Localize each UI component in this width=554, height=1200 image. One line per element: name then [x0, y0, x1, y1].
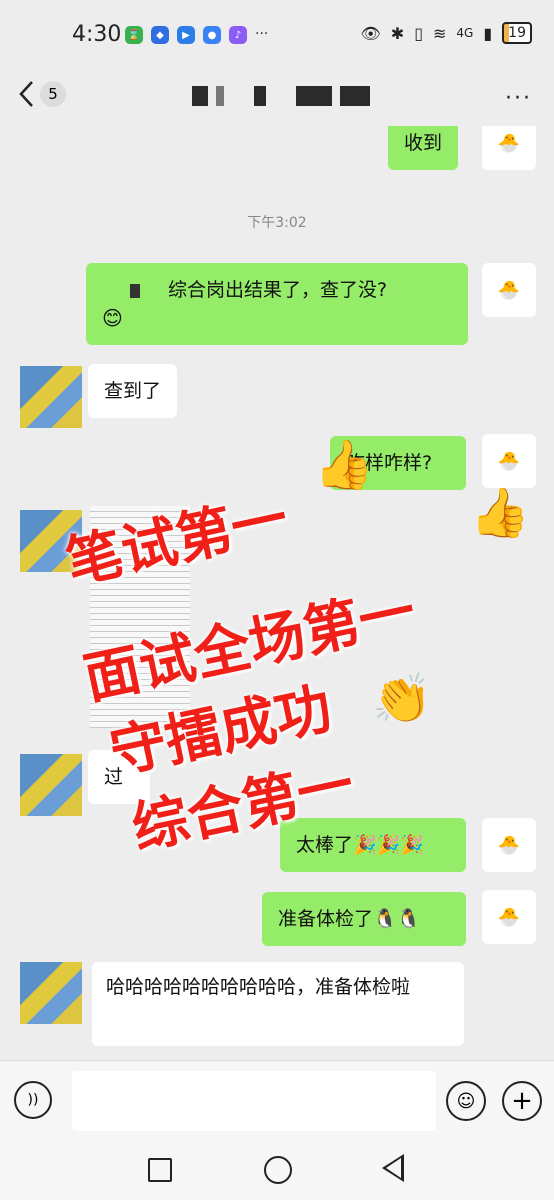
avatar-icon: 🐣: [497, 132, 521, 154]
battery-level: 19: [508, 25, 526, 41]
system-navigation-bar: [0, 1142, 554, 1200]
message-bubble-other[interactable]: 查到了: [88, 364, 178, 418]
avatar-other[interactable]: [20, 962, 82, 1024]
more-notifications-icon: ···: [255, 26, 269, 42]
thumbs-up-icon: 👍: [470, 485, 530, 541]
message-bubble-self[interactable]: 咋样咋样?: [330, 436, 466, 490]
avatar-self[interactable]: 🐣: [482, 818, 536, 872]
avatar-icon: 🐣: [497, 834, 521, 856]
avatar-icon: 🐣: [497, 450, 521, 472]
avatar-other[interactable]: [20, 510, 82, 572]
contact-name-redacted: [192, 86, 370, 106]
network-type: 4G: [456, 26, 474, 40]
avatar-self[interactable]: 🐣: [482, 890, 536, 944]
message-bubble-other[interactable]: 过: [88, 750, 150, 804]
clapping-hands-icon: 👏: [372, 671, 432, 727]
chevron-left-icon: [19, 81, 33, 107]
avatar-self[interactable]: 🐣: [482, 126, 536, 170]
vibrate-icon: ▯: [414, 23, 424, 43]
smile-emoji: 😊: [102, 306, 123, 330]
eye-icon: 👁: [360, 23, 381, 43]
voice-icon: )): [27, 1092, 39, 1108]
chat-app-icon: ●: [203, 26, 221, 44]
message-bubble-self[interactable]: 太棒了🎉🎉🎉: [280, 818, 466, 872]
plus-icon: +: [511, 1086, 533, 1116]
unread-count-badge: 5: [40, 81, 66, 107]
bluetooth-icon: ✱: [390, 23, 405, 43]
shield-icon: ◆: [151, 26, 169, 44]
message-bubble-other[interactable]: 哈哈哈哈哈哈哈哈哈哈，准备体检啦: [92, 962, 464, 1046]
signal-icon: ▮: [483, 23, 493, 43]
status-time: 4:30: [72, 22, 122, 47]
voice-input-button[interactable]: )): [14, 1081, 52, 1119]
app-icon: ▶: [177, 26, 195, 44]
back-button[interactable]: 5: [18, 80, 66, 108]
more-options-button[interactable]: ···: [505, 86, 532, 111]
notification-icons: ⌛ ◆ ▶ ● ♪ ···: [125, 26, 268, 44]
avatar-other[interactable]: [20, 366, 82, 428]
chat-area[interactable]: 收到 🐣 下午3:02 综合岗出结果了，查了没? 😊 🐣 查到了 咋样咋样? 🐣…: [0, 126, 554, 1060]
avatar-other[interactable]: [20, 754, 82, 816]
redacted-mark: [130, 283, 140, 298]
avatar-self[interactable]: 🐣: [482, 434, 536, 488]
message-input[interactable]: [72, 1071, 436, 1131]
hourglass-icon: ⌛: [125, 26, 143, 44]
avatar-icon: 🐣: [497, 906, 521, 928]
system-back-button[interactable]: [382, 1154, 404, 1182]
status-right: 👁 ✱ ▯ ≋ 4G ▮ 19: [360, 22, 532, 44]
status-bar: 4:30 ⌛ ◆ ▶ ● ♪ ··· 👁 ✱ ▯ ≋ 4G ▮ 19: [0, 0, 554, 70]
input-bar: )) ☺ +: [0, 1060, 554, 1143]
wifi-icon: ≋: [433, 23, 447, 43]
message-bubble-self[interactable]: 收到: [388, 126, 459, 170]
chat-header: 5 ···: [0, 70, 554, 126]
time-label: 下午3:02: [247, 215, 307, 231]
message-bubble-self[interactable]: 综合岗出结果了，查了没? 😊: [86, 263, 468, 345]
message-bubble-self[interactable]: 准备体检了🐧🐧: [262, 892, 466, 946]
smiley-icon: ☺: [456, 1090, 476, 1112]
emoji-button[interactable]: ☺: [446, 1081, 486, 1121]
avatar-icon: 🐣: [497, 279, 521, 301]
more-actions-button[interactable]: +: [502, 1081, 542, 1121]
home-button[interactable]: [264, 1156, 292, 1184]
recents-button[interactable]: [148, 1158, 172, 1182]
music-icon: ♪: [229, 26, 247, 44]
image-message[interactable]: [90, 506, 190, 728]
battery-icon: 19: [502, 22, 532, 44]
avatar-self[interactable]: 🐣: [482, 263, 536, 317]
